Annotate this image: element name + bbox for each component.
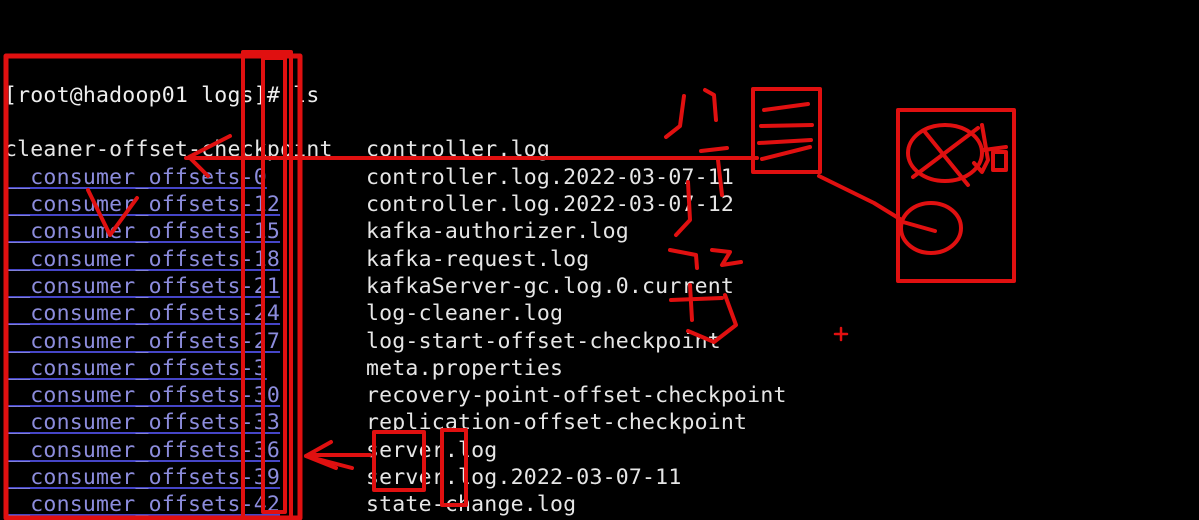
directory-entry: __consumer_offsets-3 — [4, 355, 267, 381]
listing-row: __consumer_offsets-21 kafkaServer-gc.log.… — [0, 273, 1199, 300]
file-entry: controller.log.2022-03-07-12 — [366, 192, 735, 218]
directory-entry: __consumer_offsets-39 — [4, 465, 281, 491]
file-entry: recovery-point-offset-checkpoint — [366, 383, 787, 409]
listing-row: __consumer_offsets-15 kafka-authorizer.lo… — [0, 218, 1199, 245]
directory-entry: __consumer_offsets-15 — [4, 219, 281, 245]
listing-row: __consumer_offsets-12 controller.log.2022… — [0, 191, 1199, 218]
prompt-row: [root@hadoop01 logs]# ls — [0, 55, 1199, 108]
directory-entry: __consumer_offsets-30 — [4, 383, 281, 409]
terminal-output: [root@hadoop01 logs]# ls cleaner-offset-… — [0, 0, 1199, 520]
listing-row: __consumer_offsets-18 kafka-request.log — [0, 246, 1199, 273]
listing-row: __consumer_offsets-33 replication-offset-… — [0, 409, 1199, 436]
directory-entry: __consumer_offsets-18 — [4, 246, 281, 272]
listing-row: __consumer_offsets-27 log-start-offset-ch… — [0, 328, 1199, 355]
file-entry: controller.log — [366, 137, 551, 163]
shell-prompt-line: [root@hadoop01 logs]# ls — [4, 82, 320, 108]
listing-row: __consumer_offsets-42 state-change.log — [0, 491, 1199, 518]
file-entry: log-start-offset-checkpoint — [366, 328, 721, 354]
directory-entry: __consumer_offsets-33 — [4, 410, 281, 436]
listing-row: __consumer_offsets-39 server.log.2022-03-… — [0, 464, 1199, 491]
file-entry: state-change.log — [366, 492, 577, 518]
directory-entry: __consumer_offsets-27 — [4, 328, 281, 354]
listing-row: __consumer_offsets-3 meta.properties — [0, 355, 1199, 382]
file-listing: cleaner-offset-checkpoint controller.log _… — [0, 136, 1199, 520]
listing-row: cleaner-offset-checkpoint controller.log — [0, 136, 1199, 163]
file-entry: kafka-request.log — [366, 246, 590, 272]
file-entry: replication-offset-checkpoint — [366, 410, 748, 436]
file-entry: meta.properties — [366, 355, 564, 381]
listing-row: __consumer_offsets-24 log-cleaner.log — [0, 300, 1199, 327]
file-entry: server.log.2022-03-07-11 — [366, 465, 682, 491]
listing-row: __consumer_offsets-0 controller.log.2022-… — [0, 164, 1199, 191]
directory-entry: __consumer_offsets-12 — [4, 192, 281, 218]
listing-row: __consumer_offsets-30 recovery-point-offs… — [0, 382, 1199, 409]
listing-row: __consumer_offsets-36 server.log — [0, 437, 1199, 464]
directory-entry: __consumer_offsets-21 — [4, 273, 281, 299]
file-entry: cleaner-offset-checkpoint — [4, 137, 333, 163]
file-entry: server.log — [366, 437, 498, 463]
file-entry: log-cleaner.log — [366, 301, 564, 327]
file-entry: kafkaServer-gc.log.0.current — [366, 273, 735, 299]
directory-entry: __consumer_offsets-24 — [4, 301, 281, 327]
directory-entry: __consumer_offsets-42 — [4, 492, 281, 518]
directory-entry: __consumer_offsets-0 — [4, 164, 267, 190]
file-entry: controller.log.2022-03-07-11 — [366, 164, 735, 190]
terminal-window: [root@hadoop01 logs]# ls cleaner-offset-… — [0, 0, 1199, 520]
file-entry: kafka-authorizer.log — [366, 219, 629, 245]
directory-entry: __consumer_offsets-36 — [4, 437, 281, 463]
